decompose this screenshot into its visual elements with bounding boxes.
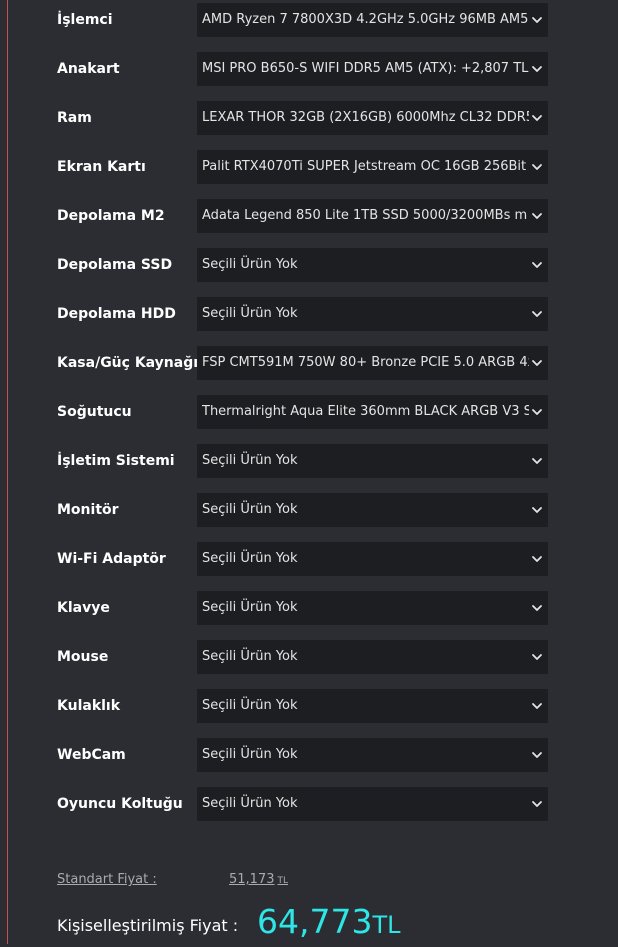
component-select-value: MSI PRO B650-S WIFI DDR5 AM5 (ATX): +2,8… xyxy=(202,61,529,76)
chevron-down-icon xyxy=(532,311,542,317)
standard-price-currency: TL xyxy=(277,876,289,886)
component-select[interactable]: LEXAR THOR 32GB (2X16GB) 6000Mhz CL32 DD… xyxy=(197,101,548,135)
component-label: İşlemci xyxy=(57,12,113,28)
component-select-value: LEXAR THOR 32GB (2X16GB) 6000Mhz CL32 DD… xyxy=(202,110,529,125)
component-label: Depolama HDD xyxy=(57,306,176,322)
component-label: Klavye xyxy=(57,600,110,616)
component-select-value: Seçili Ürün Yok xyxy=(202,551,298,566)
component-select-value: FSP CMT591M 750W 80+ Bronze PCIE 5.0 ARG… xyxy=(202,355,529,370)
component-select[interactable]: Seçili Ürün Yok xyxy=(197,248,548,282)
component-select[interactable]: Seçili Ürün Yok xyxy=(197,738,548,772)
component-select-value: Seçili Ürün Yok xyxy=(202,747,298,762)
chevron-down-icon xyxy=(532,213,542,219)
component-select[interactable]: FSP CMT591M 750W 80+ Bronze PCIE 5.0 ARG… xyxy=(197,346,548,380)
component-row: Depolama HDD Seçili Ürün Yok xyxy=(0,297,618,331)
component-select[interactable]: Seçili Ürün Yok xyxy=(197,493,548,527)
component-select-value: Seçili Ürün Yok xyxy=(202,306,298,321)
component-select[interactable]: MSI PRO B650-S WIFI DDR5 AM5 (ATX): +2,8… xyxy=(197,52,548,86)
component-row: Soğutucu Thermalright Aqua Elite 360mm BL… xyxy=(0,395,618,429)
component-select[interactable]: AMD Ryzen 7 7800X3D 4.2GHz 5.0GHz 96MB A… xyxy=(197,3,548,37)
component-select[interactable]: Seçili Ürün Yok xyxy=(197,444,548,478)
component-row: İşletim Sistemi Seçili Ürün Yok xyxy=(0,444,618,478)
chevron-down-icon xyxy=(532,507,542,513)
component-label: Depolama M2 xyxy=(57,208,165,224)
custom-price-value: 64,773TL xyxy=(257,900,401,947)
chevron-down-icon xyxy=(532,458,542,464)
chevron-down-icon xyxy=(532,409,542,415)
component-select[interactable]: Adata Legend 850 Lite 1TB SSD 5000/3200M… xyxy=(197,199,548,233)
component-select[interactable]: Palit RTX4070Ti SUPER Jetstream OC 16GB … xyxy=(197,150,548,184)
component-row: Depolama M2 Adata Legend 850 Lite 1TB SSD… xyxy=(0,199,618,233)
component-row: Monitör Seçili Ürün Yok xyxy=(0,493,618,527)
chevron-down-icon xyxy=(532,605,542,611)
chevron-down-icon xyxy=(532,115,542,121)
component-row: İşlemci AMD Ryzen 7 7800X3D 4.2GHz 5.0GHz… xyxy=(0,3,618,37)
component-select-value: Seçili Ürün Yok xyxy=(202,698,298,713)
chevron-down-icon xyxy=(532,752,542,758)
component-row: Kulaklık Seçili Ürün Yok xyxy=(0,689,618,723)
component-select-value: AMD Ryzen 7 7800X3D 4.2GHz 5.0GHz 96MB A… xyxy=(202,12,529,27)
chevron-down-icon xyxy=(532,360,542,366)
component-select[interactable]: Seçili Ürün Yok xyxy=(197,640,548,674)
component-row: Klavye Seçili Ürün Yok xyxy=(0,591,618,625)
chevron-down-icon xyxy=(532,801,542,807)
standard-price-amount: 51,173 xyxy=(229,872,275,887)
chevron-down-icon xyxy=(532,66,542,72)
component-select-value: Seçili Ürün Yok xyxy=(202,453,298,468)
component-select[interactable]: Seçili Ürün Yok xyxy=(197,297,548,331)
component-select-value: Seçili Ürün Yok xyxy=(202,649,298,664)
component-select[interactable]: Seçili Ürün Yok xyxy=(197,542,548,576)
component-label: Kulaklık xyxy=(57,698,121,714)
component-select-value: Seçili Ürün Yok xyxy=(202,257,298,272)
component-row: Ekran Kartı Palit RTX4070Ti SUPER Jetstre… xyxy=(0,150,618,184)
component-label: Depolama SSD xyxy=(57,257,173,273)
custom-price-amount: 64,773 xyxy=(257,902,373,941)
component-row: Ram LEXAR THOR 32GB (2X16GB) 6000Mhz CL32… xyxy=(0,101,618,135)
custom-price-label: Kişiselleştirilmiş Fiyat : xyxy=(57,916,239,935)
component-label: Wi-Fi Adaptör xyxy=(57,551,166,567)
component-label: WebCam xyxy=(57,747,126,763)
component-select-value: Seçili Ürün Yok xyxy=(202,600,298,615)
component-select-value: Seçili Ürün Yok xyxy=(202,502,298,517)
component-row: Oyuncu Koltuğu Seçili Ürün Yok xyxy=(0,787,618,821)
component-select-value: Thermalright Aqua Elite 360mm BLACK ARGB… xyxy=(202,404,529,419)
component-select-value: Seçili Ürün Yok xyxy=(202,796,298,811)
component-row: WebCam Seçili Ürün Yok xyxy=(0,738,618,772)
standard-price-value: 51,173 TL xyxy=(229,872,288,887)
component-label: Ekran Kartı xyxy=(57,159,146,175)
custom-price-currency: TL xyxy=(372,911,401,939)
chevron-down-icon xyxy=(532,164,542,170)
component-select[interactable]: Thermalright Aqua Elite 360mm BLACK ARGB… xyxy=(197,395,548,429)
component-label: Kasa/Güç Kaynağı xyxy=(57,355,199,371)
component-select[interactable]: Seçili Ürün Yok xyxy=(197,787,548,821)
component-label: İşletim Sistemi xyxy=(57,453,175,469)
component-label: Anakart xyxy=(57,61,120,77)
chevron-down-icon xyxy=(532,262,542,268)
component-select[interactable]: Seçili Ürün Yok xyxy=(197,591,548,625)
component-row: Mouse Seçili Ürün Yok xyxy=(0,640,618,674)
component-select-value: Palit RTX4070Ti SUPER Jetstream OC 16GB … xyxy=(202,159,527,174)
chevron-down-icon xyxy=(532,17,542,23)
component-label: Ram xyxy=(57,110,92,126)
component-select[interactable]: Seçili Ürün Yok xyxy=(197,689,548,723)
component-label: Soğutucu xyxy=(57,404,132,420)
chevron-down-icon xyxy=(532,703,542,709)
component-label: Monitör xyxy=(57,502,119,518)
component-row: Anakart MSI PRO B650-S WIFI DDR5 AM5 (ATX… xyxy=(0,52,618,86)
chevron-down-icon xyxy=(532,556,542,562)
component-label: Mouse xyxy=(57,649,109,665)
component-select-value: Adata Legend 850 Lite 1TB SSD 5000/3200M… xyxy=(202,208,528,223)
component-row: Depolama SSD Seçili Ürün Yok xyxy=(0,248,618,282)
component-row: Wi-Fi Adaptör Seçili Ürün Yok xyxy=(0,542,618,576)
component-row: Kasa/Güç Kaynağı FSP CMT591M 750W 80+ Bro… xyxy=(0,346,618,380)
standard-price-label: Standart Fiyat : xyxy=(57,872,157,887)
component-label: Oyuncu Koltuğu xyxy=(57,796,183,812)
chevron-down-icon xyxy=(532,654,542,660)
